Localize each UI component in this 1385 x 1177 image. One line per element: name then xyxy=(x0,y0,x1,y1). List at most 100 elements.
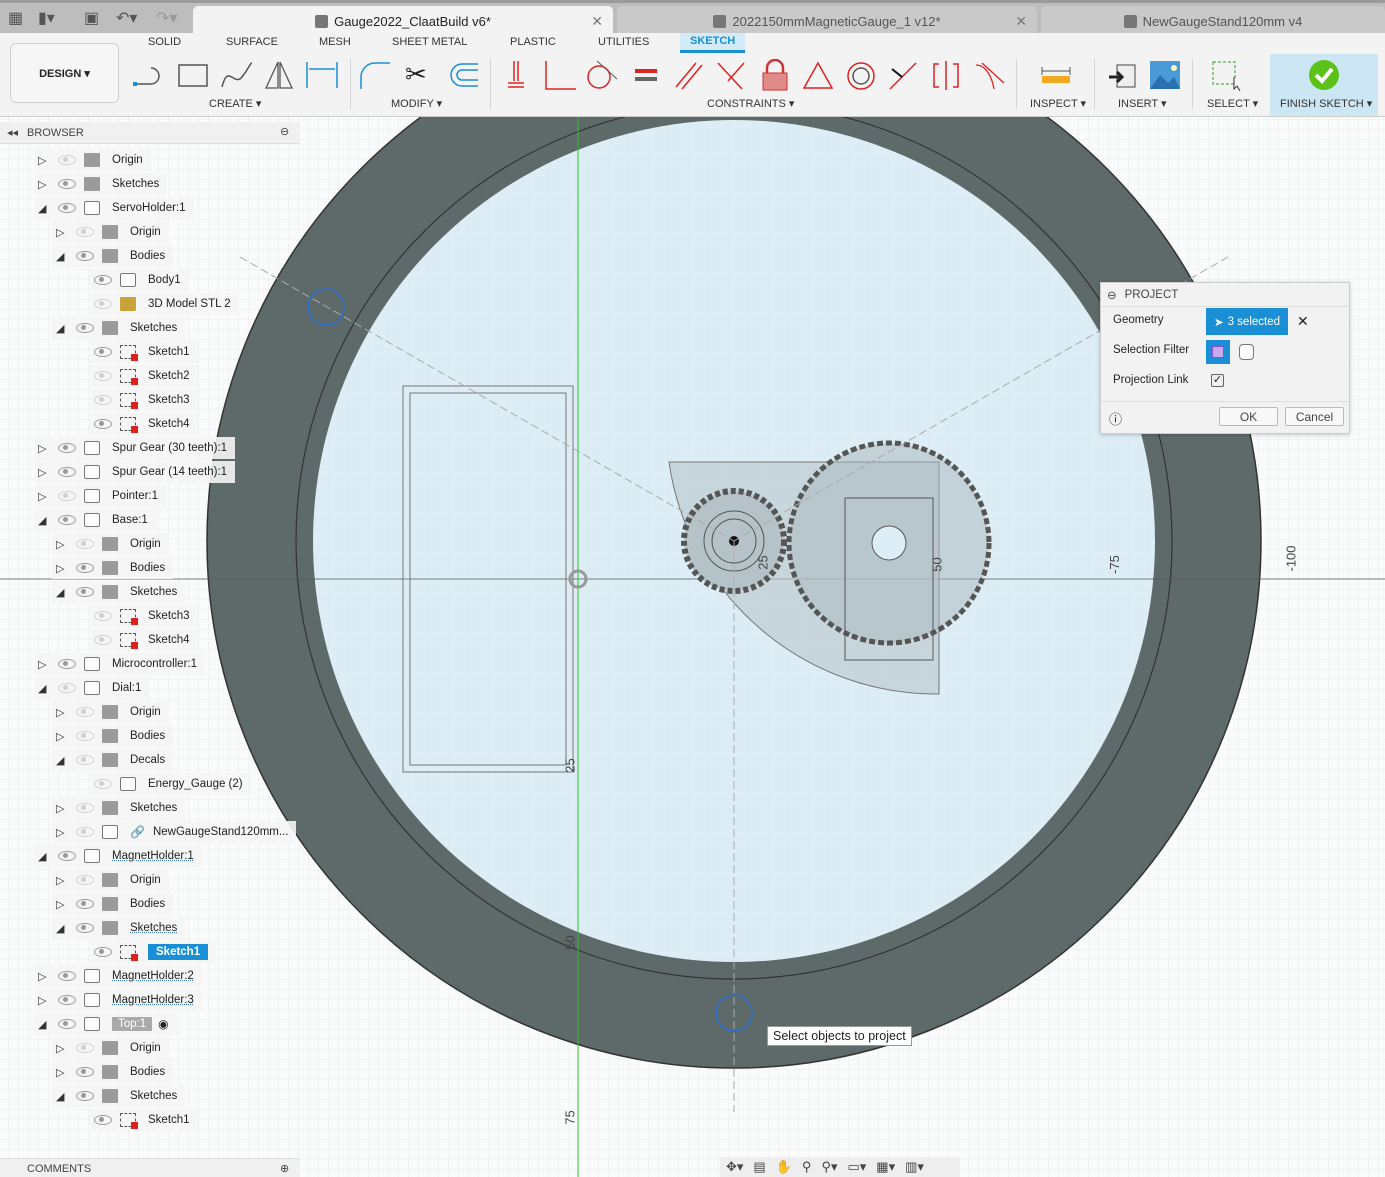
tab-utilities[interactable]: UTILITIES xyxy=(598,36,649,48)
collapse-browser-icon[interactable]: ◂◂ xyxy=(7,126,18,139)
visibility-eye-icon[interactable] xyxy=(94,947,112,957)
filter-specified-entities-button[interactable] xyxy=(1206,340,1230,364)
save-icon[interactable]: ▣ xyxy=(84,8,99,28)
zoom-window-icon[interactable]: ⚲▾ xyxy=(821,1159,837,1175)
collapsed-arrow-icon[interactable]: ▷ xyxy=(56,874,68,887)
expanded-arrow-icon[interactable]: ◢ xyxy=(38,682,50,695)
projection-link-checkbox[interactable]: ✓ xyxy=(1211,374,1224,387)
line-tool-icon[interactable] xyxy=(133,59,167,91)
visibility-eye-icon[interactable] xyxy=(94,299,112,309)
visibility-eye-icon[interactable] xyxy=(76,323,94,333)
visibility-eye-icon[interactable] xyxy=(58,851,76,861)
browser-item[interactable]: Sketch4 xyxy=(90,629,198,651)
visibility-eye-icon[interactable] xyxy=(76,227,94,237)
redo-icon[interactable]: ↷▾ xyxy=(156,8,177,28)
collapsed-arrow-icon[interactable]: ▷ xyxy=(56,562,68,575)
browser-item[interactable]: ▷ MagnetHolder:2 xyxy=(34,965,202,987)
visibility-eye-icon[interactable] xyxy=(76,731,94,741)
rectangle-tool-icon[interactable] xyxy=(176,59,210,91)
browser-minimize-icon[interactable]: ⊖ xyxy=(280,125,289,138)
visibility-eye-icon[interactable] xyxy=(58,515,76,525)
browser-item[interactable]: Sketch3 xyxy=(90,605,198,627)
browser-item[interactable]: Energy_Gauge (2) xyxy=(90,773,251,795)
perpendicular-constraint-icon[interactable] xyxy=(542,59,576,91)
browser-item[interactable]: ▷ Origin xyxy=(52,221,169,243)
browser-item[interactable]: ◢ Sketches xyxy=(52,917,186,939)
visibility-eye-icon[interactable] xyxy=(94,275,112,285)
viewports-icon[interactable]: ▥▾ xyxy=(905,1159,924,1175)
modify-menu[interactable]: MODIFY ▾ xyxy=(391,97,442,110)
collapsed-arrow-icon[interactable]: ▷ xyxy=(56,1042,68,1055)
dimension-tool-icon[interactable] xyxy=(305,59,339,91)
browser-item[interactable]: ▷ 🔗 NewGaugeStand120mm... xyxy=(52,821,297,843)
tab-sketch[interactable]: SKETCH xyxy=(680,33,746,53)
browser-item[interactable]: ▷ Origin xyxy=(34,149,151,171)
measure-ruler-icon[interactable] xyxy=(1039,59,1073,91)
visibility-eye-icon[interactable] xyxy=(58,659,76,669)
browser-item[interactable]: ▷ Pointer:1 xyxy=(34,485,167,507)
expanded-arrow-icon[interactable]: ◢ xyxy=(56,922,68,935)
tab-surface[interactable]: SURFACE xyxy=(226,36,278,48)
dimension-label[interactable]: 50 xyxy=(930,557,945,571)
insert-derive-icon[interactable] xyxy=(1107,59,1141,91)
display-settings-icon[interactable]: ▭▾ xyxy=(847,1159,866,1175)
browser-item[interactable]: Body1 xyxy=(90,269,189,291)
browser-item[interactable]: ▷ Origin xyxy=(52,869,169,891)
tab-plastic[interactable]: PLASTIC xyxy=(510,36,556,48)
visibility-eye-icon[interactable] xyxy=(94,419,112,429)
clear-selection-icon[interactable]: ✕ xyxy=(1297,313,1309,330)
insert-menu[interactable]: INSERT ▾ xyxy=(1118,97,1167,110)
document-tab-active[interactable]: Gauge2022_ClaatBuild v6* ✕ xyxy=(193,6,613,36)
select-window-icon[interactable] xyxy=(1210,59,1244,91)
tab-solid[interactable]: SOLID xyxy=(148,36,181,48)
cancel-button[interactable]: Cancel xyxy=(1285,407,1344,426)
visibility-eye-icon[interactable] xyxy=(58,467,76,477)
add-comment-icon[interactable]: ⊕ xyxy=(280,1162,289,1175)
filter-bodies-button[interactable] xyxy=(1239,344,1254,360)
create-menu[interactable]: CREATE ▾ xyxy=(209,97,261,110)
expanded-arrow-icon[interactable]: ◢ xyxy=(56,250,68,263)
visibility-eye-icon[interactable] xyxy=(76,587,94,597)
lock-constraint-icon[interactable] xyxy=(758,59,792,91)
collapsed-arrow-icon[interactable]: ▷ xyxy=(38,970,50,983)
visibility-eye-icon[interactable] xyxy=(76,875,94,885)
collapsed-arrow-icon[interactable]: ▷ xyxy=(56,898,68,911)
browser-item[interactable]: ◢ Decals xyxy=(52,749,174,771)
browser-item[interactable]: ◢ Sketches xyxy=(52,317,186,339)
browser-item[interactable]: Sketch1 xyxy=(90,341,198,363)
collapsed-arrow-icon[interactable]: ▷ xyxy=(56,730,68,743)
browser-item[interactable]: ▷ Origin xyxy=(52,1037,169,1059)
collapsed-arrow-icon[interactable]: ▷ xyxy=(56,826,68,839)
visibility-eye-icon[interactable] xyxy=(94,395,112,405)
browser-item[interactable]: ▷ Bodies xyxy=(52,725,174,747)
collapsed-arrow-icon[interactable]: ▷ xyxy=(56,802,68,815)
equal-constraint-icon[interactable] xyxy=(630,59,664,91)
visibility-eye-icon[interactable] xyxy=(58,179,76,189)
ok-button[interactable]: OK xyxy=(1219,407,1278,426)
browser-item[interactable]: ▷ Bodies xyxy=(52,1061,174,1083)
collapsed-arrow-icon[interactable]: ▷ xyxy=(38,442,50,455)
midpoint-constraint-icon[interactable] xyxy=(886,59,920,91)
visibility-eye-icon[interactable] xyxy=(76,827,94,837)
orbit-icon[interactable]: ✥▾ xyxy=(726,1159,743,1175)
collapsed-arrow-icon[interactable]: ▷ xyxy=(38,490,50,503)
expanded-arrow-icon[interactable]: ◢ xyxy=(56,586,68,599)
curvature-constraint-icon[interactable] xyxy=(972,59,1006,91)
visibility-eye-icon[interactable] xyxy=(58,443,76,453)
visibility-eye-icon[interactable] xyxy=(76,803,94,813)
browser-item[interactable]: 3D Model STL 2 xyxy=(90,293,239,315)
visibility-eye-icon[interactable] xyxy=(76,563,94,573)
workspace-dropdown[interactable]: DESIGN ▾ xyxy=(10,43,119,103)
close-icon[interactable]: ✕ xyxy=(591,13,603,30)
visibility-eye-icon[interactable] xyxy=(76,251,94,261)
browser-item[interactable]: Sketch2 xyxy=(90,365,198,387)
fillet-tool-icon[interactable] xyxy=(358,59,392,91)
expanded-arrow-icon[interactable]: ◢ xyxy=(56,1090,68,1103)
constraints-menu[interactable]: CONSTRAINTS ▾ xyxy=(707,97,794,110)
dimension-label[interactable]: 25 xyxy=(756,555,771,569)
visibility-eye-icon[interactable] xyxy=(58,995,76,1005)
browser-item[interactable]: ▷ Bodies xyxy=(52,557,174,579)
collapsed-arrow-icon[interactable]: ▷ xyxy=(56,226,68,239)
browser-item[interactable]: ▷ Sketches xyxy=(34,173,168,195)
expanded-arrow-icon[interactable]: ◢ xyxy=(38,202,50,215)
